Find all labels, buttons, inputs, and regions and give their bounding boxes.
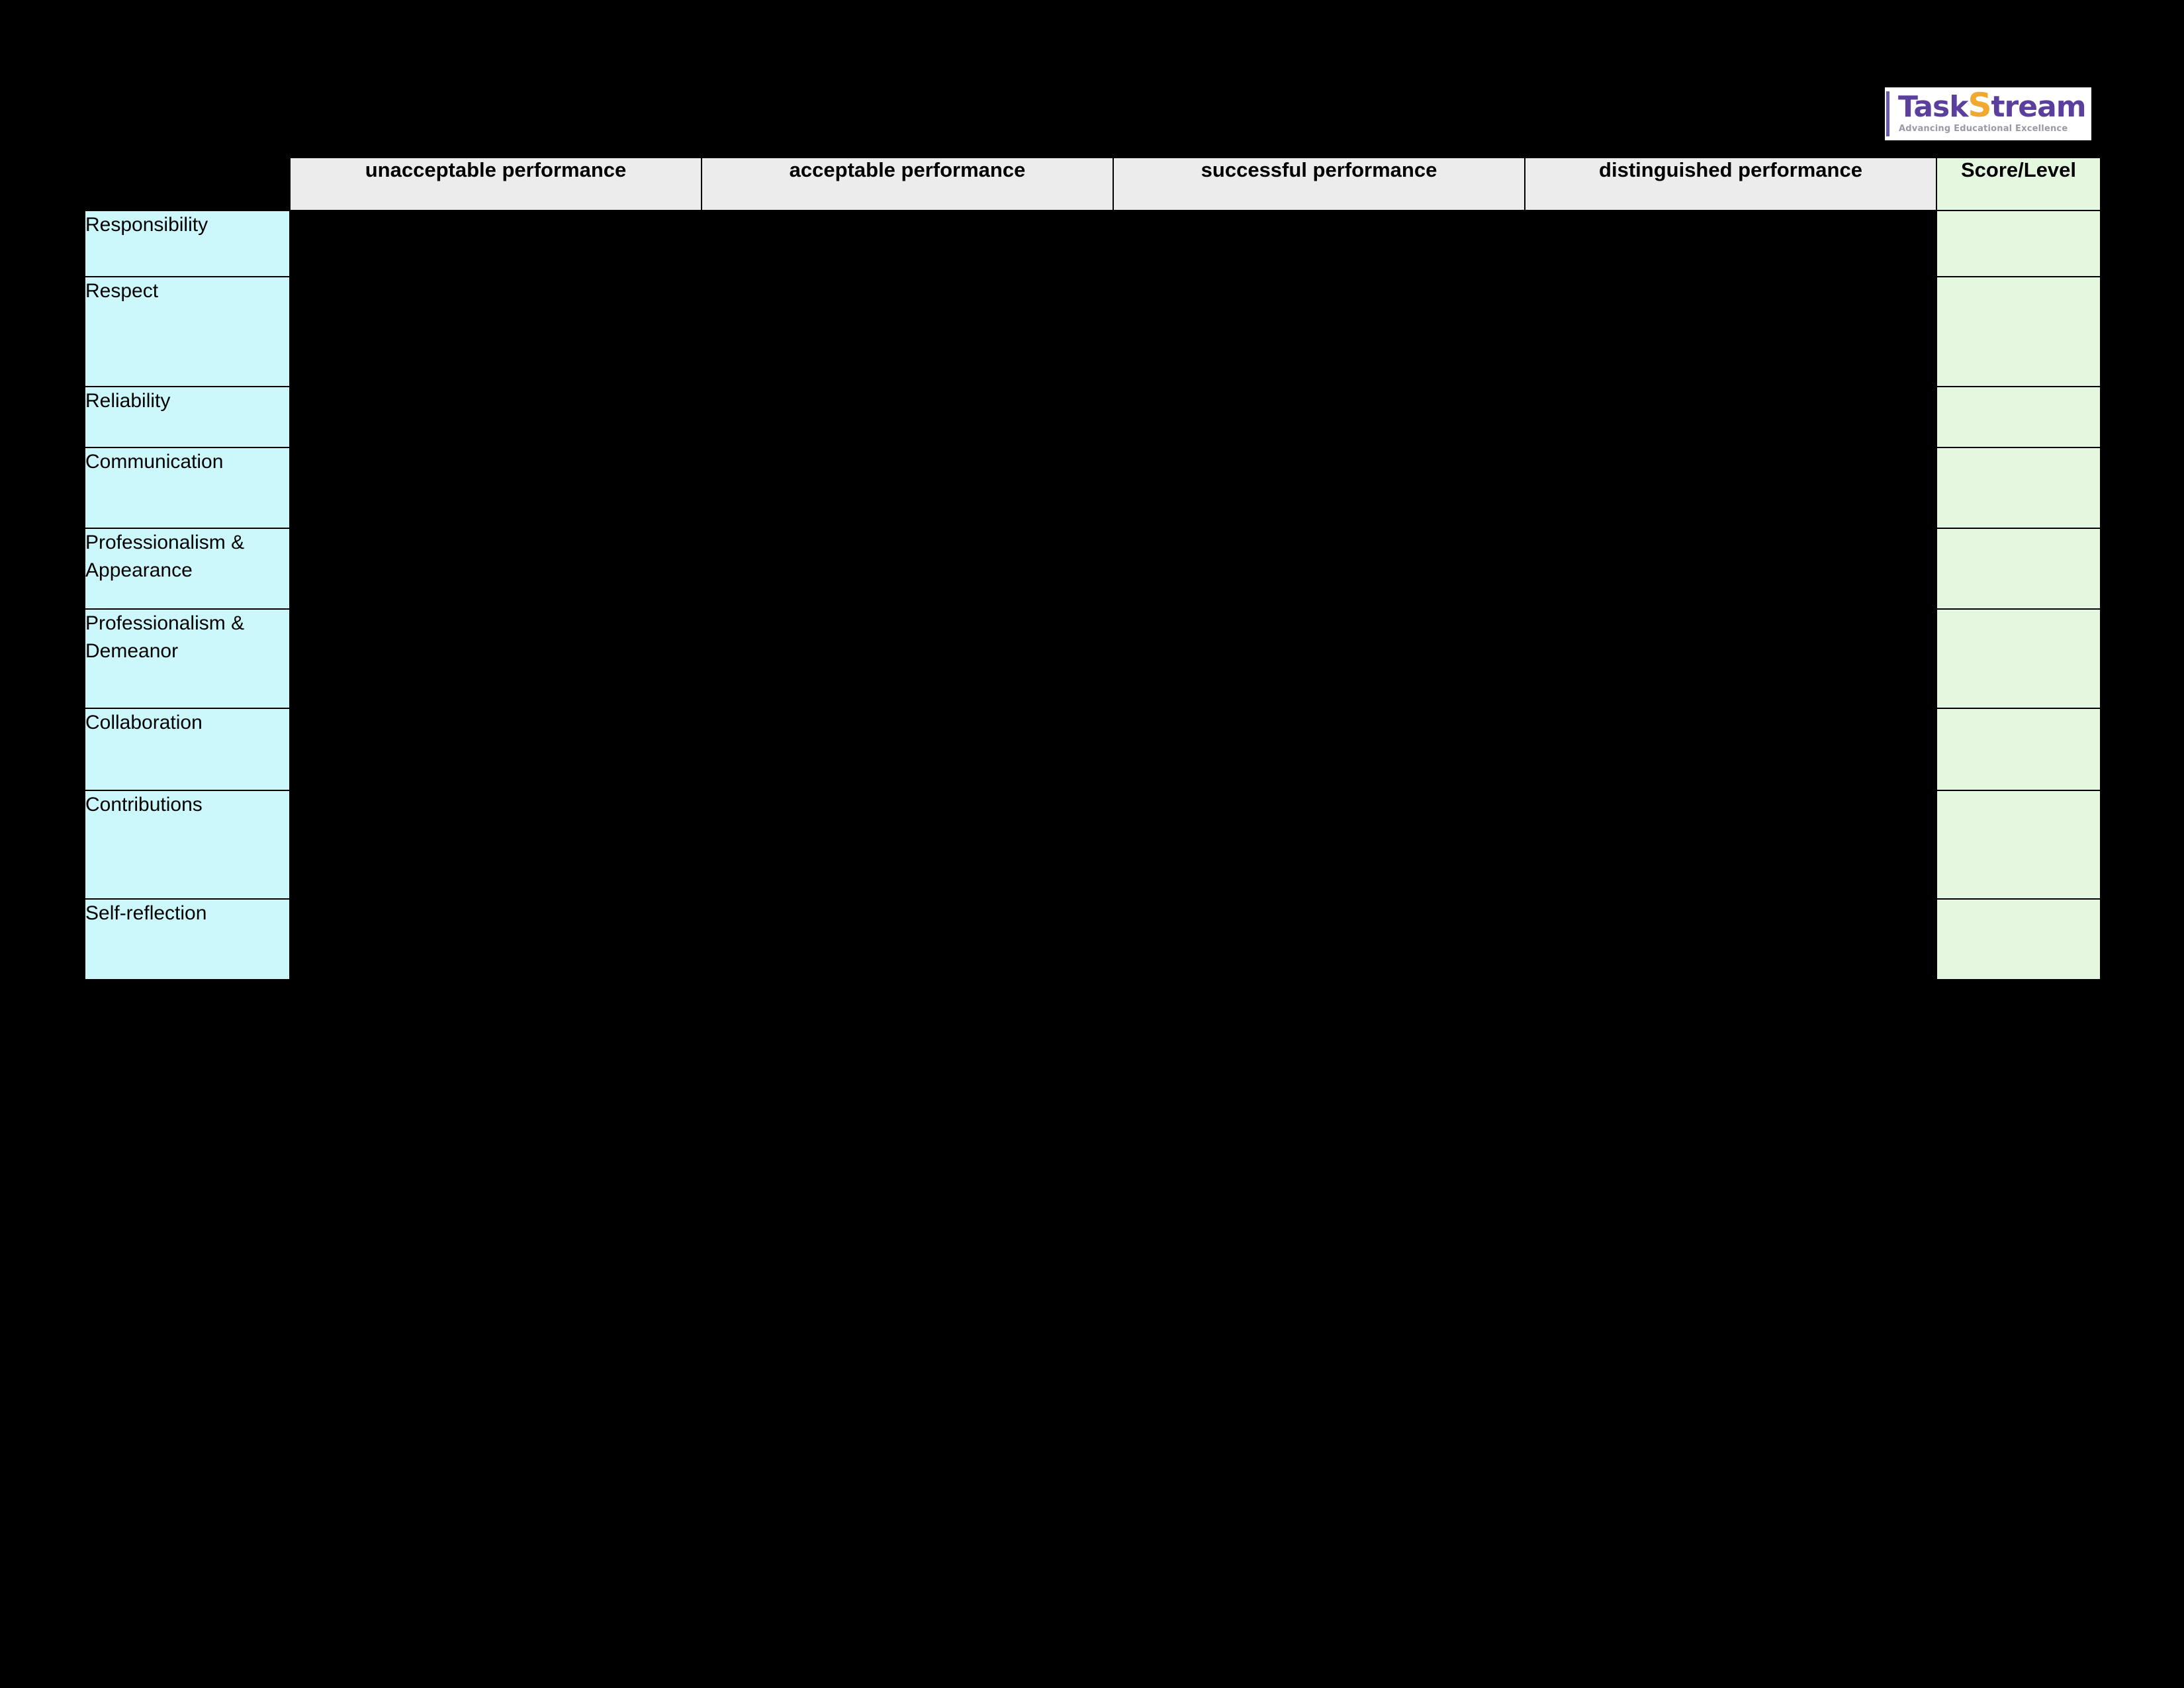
criterion-distinguished-cell xyxy=(1525,708,1936,790)
header-unacceptable-performance: unacceptable performance xyxy=(290,158,702,211)
criterion-unacceptable-cell xyxy=(290,277,702,387)
table-row: Reliability xyxy=(85,387,2101,447)
criterion-unacceptable-cell xyxy=(290,447,702,528)
criterion-acceptable-cell xyxy=(702,528,1113,609)
taskstream-logo: TaskStream Advancing Educational Excelle… xyxy=(1885,87,2091,140)
criterion-acceptable-cell xyxy=(702,609,1113,708)
criterion-successful-cell xyxy=(1113,277,1525,387)
criterion-distinguished-cell xyxy=(1525,447,1936,528)
score-level-cell[interactable] xyxy=(1936,899,2101,980)
criterion-distinguished-cell xyxy=(1525,899,1936,980)
criterion-acceptable-cell xyxy=(702,447,1113,528)
criterion-successful-cell xyxy=(1113,790,1525,899)
logo-accent-bar xyxy=(1886,91,1889,136)
criterion-label-cell: Reliability xyxy=(85,387,290,447)
score-level-cell[interactable] xyxy=(1936,708,2101,790)
criterion-acceptable-cell xyxy=(702,790,1113,899)
criterion-successful-cell xyxy=(1113,708,1525,790)
criterion-successful-cell xyxy=(1113,528,1525,609)
header-corner-cell xyxy=(85,158,290,211)
criterion-acceptable-cell xyxy=(702,708,1113,790)
rubric-table-body: Responsibility Respect Reliability Communic… xyxy=(85,211,2101,980)
criterion-acceptable-cell xyxy=(702,277,1113,387)
rubric-table-header: unacceptable performance acceptable perf… xyxy=(85,158,2101,211)
logo-wordmark: TaskStream xyxy=(1898,86,2087,124)
criterion-label-cell: Self-reflection xyxy=(85,899,290,980)
criterion-acceptable-cell xyxy=(702,899,1113,980)
score-level-cell[interactable] xyxy=(1936,528,2101,609)
logo-word-tream: tream xyxy=(1991,90,2087,124)
criterion-unacceptable-cell xyxy=(290,899,702,980)
criterion-label-cell: Responsibility xyxy=(85,211,290,277)
criterion-label-cell: Professionalism & Demeanor xyxy=(85,609,290,708)
header-score-level: Score/Level xyxy=(1936,158,2101,211)
header-distinguished-performance: distinguished performance xyxy=(1525,158,1936,211)
table-row: Collaboration xyxy=(85,708,2101,790)
criterion-successful-cell xyxy=(1113,899,1525,980)
criterion-unacceptable-cell xyxy=(290,528,702,609)
table-row: Professionalism & Demeanor xyxy=(85,609,2101,708)
criterion-unacceptable-cell xyxy=(290,211,702,277)
criterion-distinguished-cell xyxy=(1525,211,1936,277)
criterion-distinguished-cell xyxy=(1525,790,1936,899)
criterion-successful-cell xyxy=(1113,609,1525,708)
criterion-label-cell: Respect xyxy=(85,277,290,387)
criterion-label-cell: Communication xyxy=(85,447,290,528)
criterion-successful-cell xyxy=(1113,447,1525,528)
logo-word-task: Task xyxy=(1898,90,1968,124)
score-level-cell[interactable] xyxy=(1936,790,2101,899)
criterion-unacceptable-cell xyxy=(290,387,702,447)
table-row: Professionalism & Appearance xyxy=(85,528,2101,609)
table-row: Contributions xyxy=(85,790,2101,899)
score-level-cell[interactable] xyxy=(1936,211,2101,277)
criterion-distinguished-cell xyxy=(1525,609,1936,708)
criterion-unacceptable-cell xyxy=(290,708,702,790)
criterion-successful-cell xyxy=(1113,387,1525,447)
score-level-cell[interactable] xyxy=(1936,277,2101,387)
header-successful-performance: successful performance xyxy=(1113,158,1525,211)
score-level-cell[interactable] xyxy=(1936,609,2101,708)
criterion-unacceptable-cell xyxy=(290,790,702,899)
criterion-distinguished-cell xyxy=(1525,387,1936,447)
criterion-label-cell: Collaboration xyxy=(85,708,290,790)
criterion-label-cell: Contributions xyxy=(85,790,290,899)
header-acceptable-performance: acceptable performance xyxy=(702,158,1113,211)
score-level-cell[interactable] xyxy=(1936,447,2101,528)
rubric-table: unacceptable performance acceptable perf… xyxy=(85,158,2101,980)
table-row: Respect xyxy=(85,277,2101,387)
criterion-distinguished-cell xyxy=(1525,528,1936,609)
table-row: Self-reflection xyxy=(85,899,2101,980)
logo-letter-s: S xyxy=(1968,86,1991,124)
criterion-acceptable-cell xyxy=(702,387,1113,447)
table-row: Communication xyxy=(85,447,2101,528)
criterion-successful-cell xyxy=(1113,211,1525,277)
criterion-unacceptable-cell xyxy=(290,609,702,708)
criterion-distinguished-cell xyxy=(1525,277,1936,387)
table-row: Responsibility xyxy=(85,211,2101,277)
logo-tagline: Advancing Educational Excellence xyxy=(1899,124,2068,134)
score-level-cell[interactable] xyxy=(1936,387,2101,447)
criterion-acceptable-cell xyxy=(702,211,1113,277)
criterion-label-cell: Professionalism & Appearance xyxy=(85,528,290,609)
header-row: unacceptable performance acceptable perf… xyxy=(85,158,2101,211)
